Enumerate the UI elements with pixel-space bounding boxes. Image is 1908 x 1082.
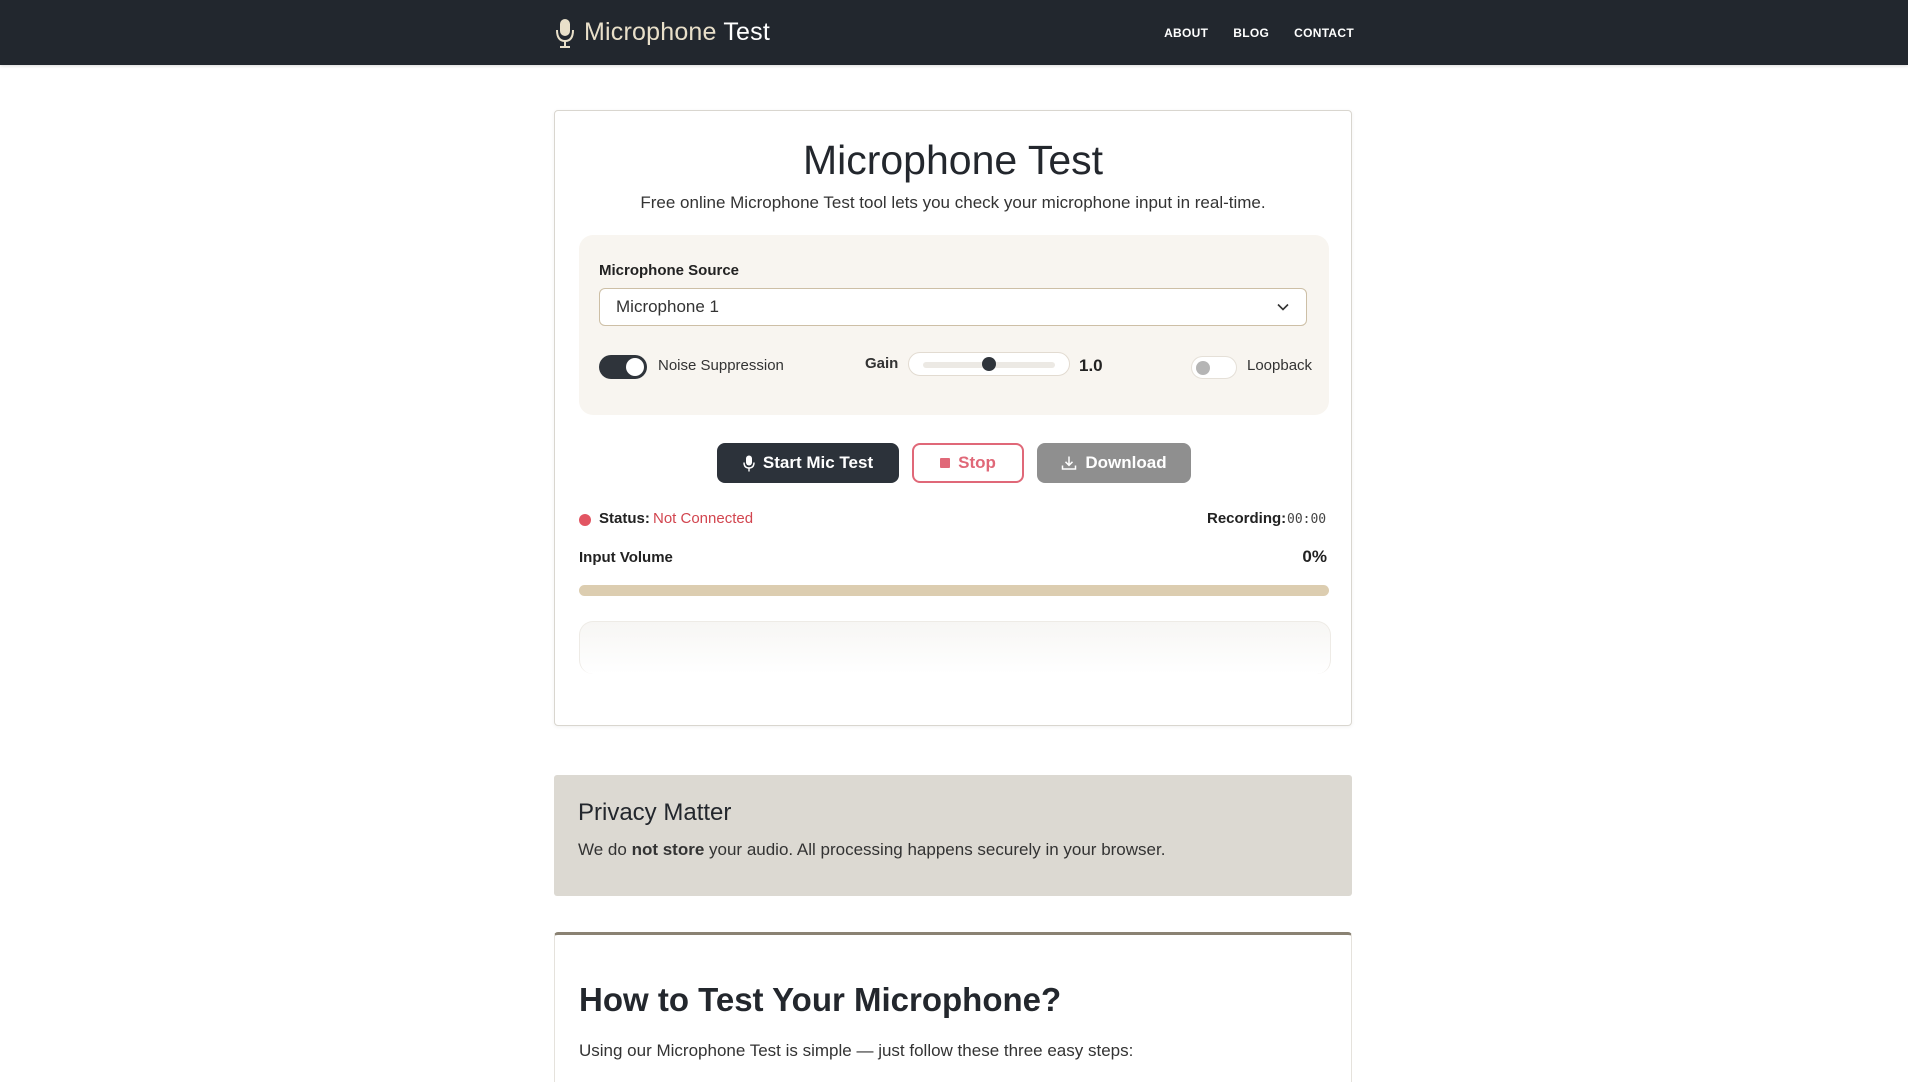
input-volume-meter [579,585,1329,596]
gain-slider[interactable] [908,352,1070,376]
microphone-source-select[interactable]: Microphone 1 [599,288,1307,326]
gain-value: 1.0 [1079,356,1103,375]
settings-panel: Microphone Source Microphone 1 Noise Sup… [579,235,1329,415]
download-button[interactable]: Download [1037,443,1191,483]
toggle-knob [1196,361,1210,375]
page-title: Microphone Test [802,137,1104,183]
loopback-toggle[interactable] [1191,356,1237,379]
brand-logo-link[interactable]: Microphone Test [554,17,770,49]
nav-links: ABOUT BLOG CONTACT [1164,26,1354,40]
stop-icon [940,458,951,468]
status-indicator-dot [579,514,591,526]
brand-name: Microphone Test [584,18,770,47]
recording-label: Recording: [1207,510,1287,527]
status-value: Not Connected [653,510,754,527]
recording-timer: 00:00 [1287,512,1327,527]
download-icon [1062,456,1077,470]
microphone-icon [743,455,755,471]
navbar-inner: Microphone Test ABOUT BLOG CONTACT [554,0,1354,65]
privacy-text-emphasis: not store [631,840,705,859]
how-to-section: How to Test Your Microphone? Using our M… [554,932,1352,1082]
page-subtitle: Free online Microphone Test tool lets yo… [640,193,1266,212]
stop-button[interactable]: Stop [912,443,1024,483]
nav-link-about[interactable]: ABOUT [1164,26,1208,40]
input-volume-label: Input Volume [579,549,673,566]
nav-link-blog[interactable]: BLOG [1233,26,1269,40]
noise-suppression-toggle[interactable] [599,355,647,379]
navbar: Microphone Test ABOUT BLOG CONTACT [0,0,1908,65]
microphone-source-value: Microphone 1 [616,297,720,316]
gain-slider-thumb[interactable] [982,357,996,371]
privacy-text-start: We do [578,840,632,859]
loopback-label: Loopback [1247,357,1313,374]
privacy-text: We do not store your audio. All processi… [578,840,1165,860]
privacy-notice: Privacy Matter We do not store your audi… [554,775,1352,896]
start-mic-test-button[interactable]: Start Mic Test [717,443,899,483]
gain-label: Gain [865,355,899,372]
toggle-knob [626,358,644,376]
microphone-logo-icon [556,18,574,48]
chevron-down-icon [1277,303,1289,311]
brand-name-part1: Microphone [584,18,717,46]
stop-label: Stop [958,453,996,472]
mic-test-card: Microphone Test Free online Microphone T… [554,110,1352,726]
status-label: Status: [599,510,650,527]
brand-name-part2: Test [716,18,770,46]
microphone-source-label: Microphone Source [599,262,740,279]
nav-link-contact[interactable]: CONTACT [1294,26,1354,40]
start-mic-test-label: Start Mic Test [762,453,874,472]
download-label: Download [1085,453,1167,472]
privacy-text-end: your audio. All processing happens secur… [704,840,1166,859]
how-to-intro: Using our Microphone Test is simple — ju… [579,1041,1134,1060]
privacy-title: Privacy Matter [578,799,732,826]
noise-suppression-label: Noise Suppression [658,357,784,374]
how-to-title: How to Test Your Microphone? [579,981,1062,1018]
input-volume-value: 0% [1302,547,1327,566]
waveform-visualizer [579,621,1331,674]
